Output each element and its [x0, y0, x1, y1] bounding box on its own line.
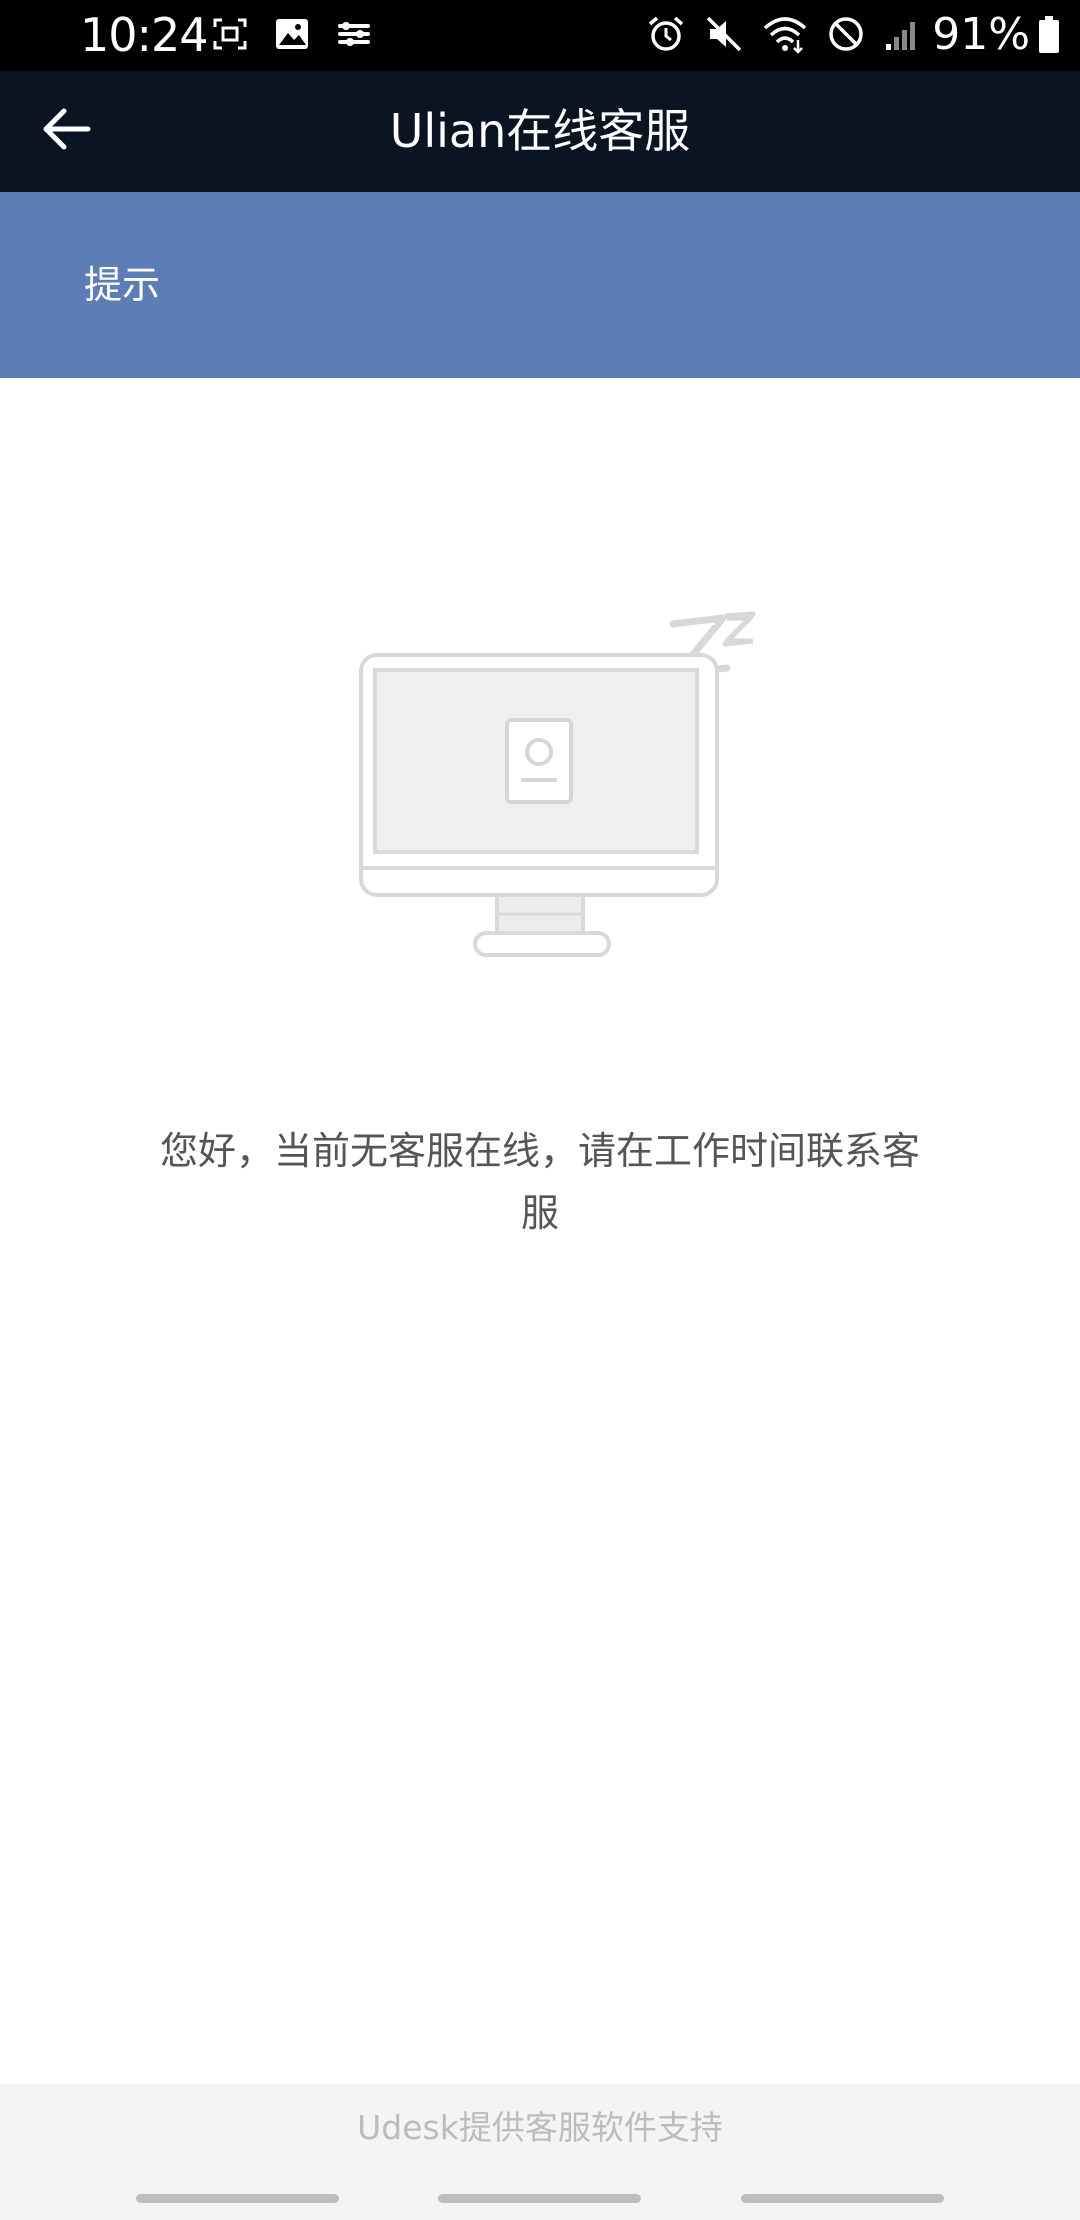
arrow-left-icon: [40, 105, 92, 157]
do-not-disturb-icon: [826, 14, 866, 58]
signal-icon: [884, 16, 920, 56]
sleeping-monitor-icon: [355, 568, 815, 968]
powered-by-footer: Udesk提供客服软件支持: [0, 2084, 1080, 2172]
wifi-icon: [762, 14, 808, 58]
status-right-icons: [646, 16, 920, 56]
status-left-icons: [212, 17, 372, 55]
notice-title: 提示: [84, 263, 161, 307]
screen-record-icon: [212, 17, 248, 55]
battery-icon: [1038, 16, 1060, 58]
gesture-pill-left[interactable]: [136, 2194, 339, 2203]
app-bar: Ulian在线客服: [0, 71, 1080, 192]
status-bar: 10:24 91%: [0, 0, 1080, 71]
alarm-icon: [646, 14, 686, 58]
gesture-pill-center[interactable]: [438, 2194, 641, 2203]
battery-percent: 91%: [932, 9, 1030, 60]
screen: 10:24 91% Ulian在线客服 提示 您好，当前无客服在线，请在工作时间…: [0, 0, 1080, 2220]
page-title: Ulian在线客服: [389, 104, 691, 158]
back-button[interactable]: [26, 91, 106, 171]
gesture-pill-right[interactable]: [741, 2194, 944, 2203]
tune-icon: [336, 19, 372, 53]
empty-state-message: 您好，当前无客服在线，请在工作时间联系客服: [160, 1129, 921, 1235]
notice-header: 提示: [0, 192, 1080, 378]
mute-icon: [704, 14, 744, 58]
gesture-bar: [0, 2172, 1080, 2220]
status-time: 10:24: [80, 8, 209, 62]
image-icon: [274, 17, 310, 55]
